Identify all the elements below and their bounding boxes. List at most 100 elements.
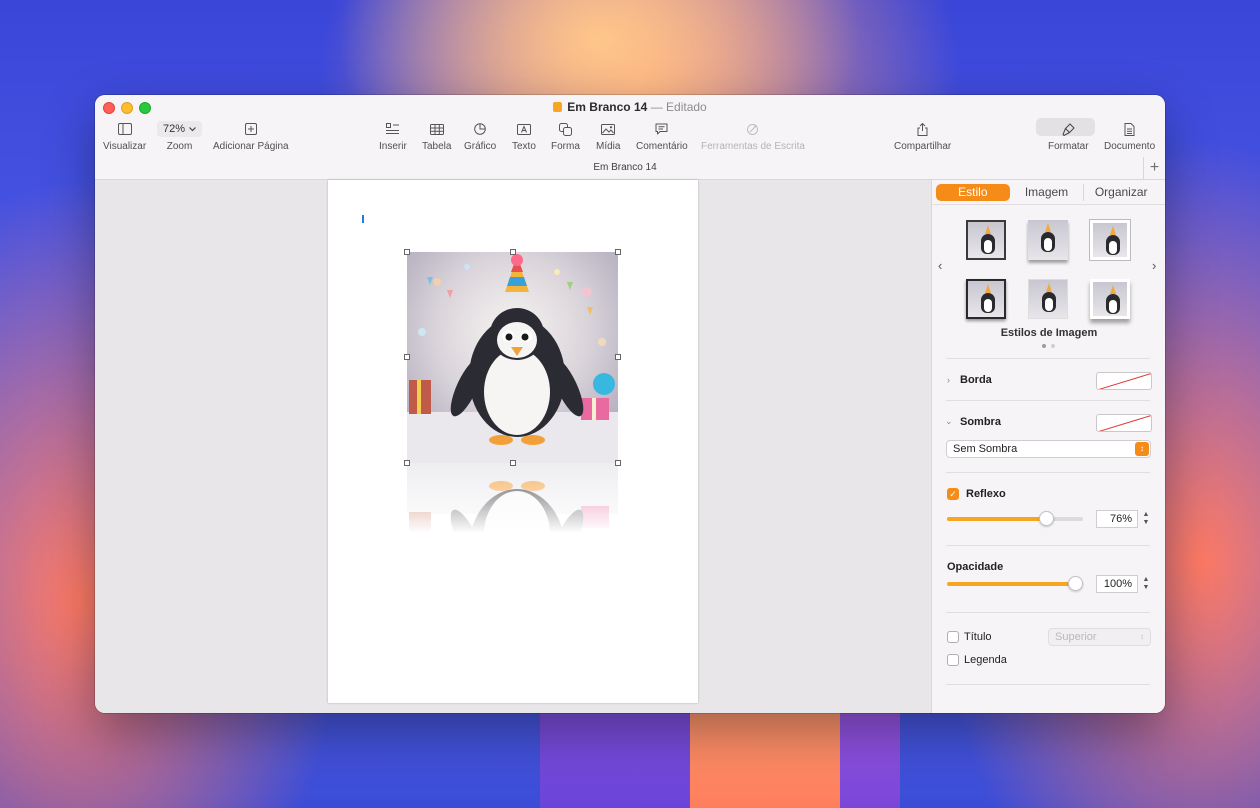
document-title: Em Branco 14 — Editado: [95, 100, 1165, 114]
add-page-label: Adicionar Página: [213, 141, 289, 152]
resize-handle-left[interactable]: [404, 354, 410, 360]
page-indicator[interactable]: [1042, 344, 1055, 348]
image-style-preset[interactable]: [1090, 220, 1130, 260]
chevron-right-icon[interactable]: ›: [947, 375, 950, 385]
reflection-value-field[interactable]: 76%: [1096, 510, 1138, 528]
image-styles-title: Estilos de Imagem: [1000, 327, 1098, 339]
shadow-label[interactable]: Sombra: [960, 416, 1001, 428]
title-position-select[interactable]: Superior ↕: [1048, 628, 1151, 646]
next-styles-chevron-icon[interactable]: ›: [1152, 258, 1156, 273]
add-page-icon: [244, 123, 257, 135]
opacity-slider[interactable]: [947, 576, 1083, 591]
divider: [946, 472, 1150, 473]
share-button[interactable]: Compartilhar: [894, 121, 951, 152]
divider: [946, 545, 1150, 546]
resize-handle-bottom-right[interactable]: [615, 460, 621, 466]
reflection-slider-fill: [947, 517, 1047, 521]
document-icon: [1124, 122, 1135, 136]
reflection-slider[interactable]: [947, 511, 1083, 526]
chevron-down-icon: [189, 126, 196, 131]
text-cursor: [362, 215, 364, 223]
penguin-reflection-illustration: [407, 463, 618, 533]
zoom-control[interactable]: 72% Zoom: [157, 121, 203, 152]
zoom-value: 72%: [163, 123, 186, 135]
shadow-select[interactable]: Sem Sombra ↕: [946, 440, 1151, 458]
chart-button[interactable]: Gráfico: [464, 121, 496, 152]
media-label: Mídia: [596, 141, 621, 152]
document-canvas[interactable]: [95, 180, 931, 713]
tab-image[interactable]: Imagem: [1010, 184, 1085, 201]
paintbrush-icon: [1062, 122, 1075, 136]
media-button[interactable]: Mídia: [596, 121, 620, 152]
image-style-preset[interactable]: [1090, 279, 1130, 319]
writing-tools-label: Ferramentas de Escrita: [701, 141, 805, 152]
resize-handle-top-right[interactable]: [615, 249, 621, 255]
opacity-value-field[interactable]: 100%: [1096, 575, 1138, 593]
new-tab-button[interactable]: +: [1143, 157, 1165, 180]
pages-window: Em Branco 14 — Editado Visualizar 72% Zo…: [95, 95, 1165, 713]
opacity-stepper[interactable]: ▲ ▼: [1141, 576, 1151, 592]
title-position-value: Superior: [1055, 631, 1097, 643]
reflection-stepper[interactable]: ▲ ▼: [1141, 511, 1151, 527]
sidebar-icon: [117, 123, 132, 135]
reflection-slider-knob[interactable]: [1039, 511, 1054, 526]
reflection-checkbox[interactable]: ✓: [947, 488, 959, 500]
resize-handle-top[interactable]: [510, 249, 516, 255]
insert-button[interactable]: Inserir: [379, 121, 407, 152]
resize-handle-bottom-left[interactable]: [404, 460, 410, 466]
shape-button[interactable]: Forma: [551, 121, 580, 152]
image-style-preset[interactable]: [966, 220, 1006, 260]
text-button[interactable]: Texto: [512, 121, 536, 152]
text-box-icon: [516, 123, 531, 135]
shadow-color-well[interactable]: [1096, 414, 1152, 432]
comment-label: Comentário: [636, 141, 688, 152]
penguin-image[interactable]: [407, 252, 618, 463]
opacity-slider-knob[interactable]: [1068, 576, 1083, 591]
view-label: Visualizar: [103, 141, 147, 152]
view-button[interactable]: Visualizar: [103, 121, 146, 152]
inspector-tabs: Estilo Imagem Organizar: [936, 184, 1158, 201]
border-label[interactable]: Borda: [960, 374, 992, 386]
divider: [946, 358, 1150, 359]
chart-label: Gráfico: [464, 141, 497, 152]
resize-handle-top-left[interactable]: [404, 249, 410, 255]
shape-icon: [558, 122, 572, 136]
caption-checkbox[interactable]: [947, 654, 959, 666]
format-inspector: Estilo Imagem Organizar ‹ › Estilos de I…: [931, 180, 1165, 713]
wallpaper-stripe: [690, 698, 840, 808]
resize-handle-bottom[interactable]: [510, 460, 516, 466]
comment-icon: [655, 123, 668, 135]
image-style-preset[interactable]: [966, 279, 1006, 319]
divider: [946, 684, 1150, 685]
document-button[interactable]: Documento: [1104, 121, 1155, 152]
add-page-button[interactable]: Adicionar Página: [213, 121, 289, 152]
insert-label: Inserir: [379, 141, 407, 152]
image-style-presets: [966, 220, 1136, 319]
table-button[interactable]: Tabela: [422, 121, 451, 152]
divider: [946, 400, 1150, 401]
tab-style[interactable]: Estilo: [936, 184, 1010, 201]
shadow-value: Sem Sombra: [953, 443, 1018, 455]
up-down-chevron-icon: ↕: [1135, 442, 1149, 456]
previous-styles-chevron-icon[interactable]: ‹: [938, 258, 942, 273]
zoom-select[interactable]: 72%: [157, 121, 203, 137]
opacity-slider-fill: [947, 582, 1076, 586]
chevron-down-icon[interactable]: ⌄: [945, 416, 953, 427]
document-name: Em Branco 14: [567, 100, 648, 114]
title-separator: —: [650, 100, 663, 114]
tab-arrange[interactable]: Organizar: [1084, 184, 1158, 201]
resize-handle-right[interactable]: [615, 354, 621, 360]
text-label: Texto: [512, 141, 536, 152]
up-down-chevron-icon: ↕: [1140, 632, 1144, 641]
comment-button[interactable]: Comentário: [636, 121, 688, 152]
border-color-well[interactable]: [1096, 372, 1152, 390]
photo-icon: [601, 123, 616, 135]
tab-document-title[interactable]: Em Branco 14: [95, 162, 1155, 173]
document-page[interactable]: [328, 180, 698, 703]
image-style-preset[interactable]: [1028, 279, 1068, 319]
writing-tools-button[interactable]: Ferramentas de Escrita: [701, 121, 805, 152]
format-button[interactable]: Formatar: [1036, 118, 1095, 152]
divider: [946, 612, 1150, 613]
title-checkbox[interactable]: [947, 631, 959, 643]
image-style-preset[interactable]: [1028, 220, 1068, 260]
